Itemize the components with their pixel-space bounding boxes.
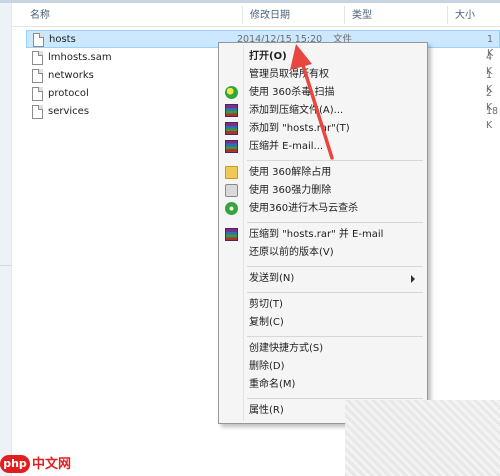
file-icon [32, 87, 43, 101]
menu-separator [247, 160, 423, 161]
file-name: services [48, 106, 90, 117]
column-header-type[interactable]: 类型 [352, 9, 372, 23]
menu-item-label: 使用 360解除占用 [249, 167, 332, 178]
360-trojan-scan-icon [225, 202, 238, 215]
menu-separator [247, 222, 423, 223]
menu-item-add-to-hosts-rar[interactable]: 添加到 "hosts.rar"(T) [221, 120, 425, 138]
menu-item-label: 发送到(N) [249, 273, 295, 284]
winrar-icon [225, 104, 238, 117]
file-size: 18 K [486, 106, 499, 131]
menu-item-label: 压缩到 "hosts.rar" 并 E-mail [249, 229, 384, 240]
file-icon [32, 105, 43, 119]
menu-item-label: 打开(O) [249, 51, 287, 62]
menu-item-restore-previous[interactable]: 还原以前的版本(V) [221, 244, 425, 262]
shredder-icon [225, 184, 238, 197]
file-icon [32, 69, 43, 83]
submenu-arrow-icon [411, 275, 415, 283]
navigation-pane-edge[interactable] [0, 3, 12, 476]
context-menu: 打开(O) 管理员取得所有权 使用 360杀毒 扫描 添加到压缩文件(A)...… [218, 42, 428, 424]
menu-item-label: 添加到 "hosts.rar"(T) [249, 123, 350, 134]
360-antivirus-icon [225, 86, 238, 99]
column-header-bar: 名称 修改日期 类型 大小 [12, 3, 500, 27]
menu-item-cut[interactable]: 剪切(T) [221, 296, 425, 314]
menu-item-360-trojan-scan[interactable]: 使用360进行木马云查杀 [221, 200, 425, 218]
menu-item-label: 使用 360杀毒 扫描 [249, 87, 335, 98]
menu-separator [247, 398, 423, 399]
menu-item-open[interactable]: 打开(O) [221, 48, 425, 66]
column-divider[interactable] [447, 6, 448, 24]
menu-item-label: 创建快捷方式(S) [249, 343, 324, 354]
menu-item-label: 管理员取得所有权 [249, 69, 329, 80]
menu-item-rename[interactable]: 重命名(M) [221, 376, 425, 394]
menu-item-label: 重命名(M) [249, 379, 296, 390]
menu-item-create-shortcut[interactable]: 创建快捷方式(S) [221, 340, 425, 358]
menu-item-label: 删除(D) [249, 361, 285, 372]
column-header-date[interactable]: 修改日期 [250, 9, 290, 23]
menu-item-label: 压缩并 E-mail... [249, 141, 324, 152]
menu-item-label: 剪切(T) [249, 299, 283, 310]
menu-separator [247, 336, 423, 337]
menu-separator [247, 292, 423, 293]
menu-item-label: 复制(C) [249, 317, 284, 328]
menu-item-compress-email[interactable]: 压缩并 E-mail... [221, 138, 425, 156]
file-icon [32, 51, 43, 65]
php-logo: php [0, 455, 30, 473]
menu-item-add-to-archive[interactable]: 添加到压缩文件(A)... [221, 102, 425, 120]
menu-item-360-scan[interactable]: 使用 360杀毒 扫描 [221, 84, 425, 102]
column-header-name[interactable]: 名称 [30, 9, 50, 23]
menu-item-take-ownership[interactable]: 管理员取得所有权 [221, 66, 425, 84]
nav-divider [0, 265, 12, 266]
site-watermark: 中文网 [32, 457, 72, 472]
file-icon [33, 33, 44, 47]
file-name: lmhosts.sam [48, 52, 112, 63]
menu-item-label: 使用 360强力删除 [249, 185, 332, 196]
file-name: networks [48, 70, 94, 81]
menu-item-360-force-delete[interactable]: 使用 360强力删除 [221, 182, 425, 200]
column-divider[interactable] [242, 6, 243, 24]
menu-separator [247, 266, 423, 267]
folder-unlock-icon [225, 166, 238, 179]
column-divider[interactable] [344, 6, 345, 24]
menu-item-label: 属性(R) [249, 405, 284, 416]
menu-item-360-unlock[interactable]: 使用 360解除占用 [221, 164, 425, 182]
winrar-icon [225, 228, 238, 241]
menu-item-label: 还原以前的版本(V) [249, 247, 334, 258]
column-header-size[interactable]: 大小 [455, 9, 475, 23]
file-name: hosts [49, 34, 76, 45]
menu-item-compress-hosts-email[interactable]: 压缩到 "hosts.rar" 并 E-mail [221, 226, 425, 244]
menu-item-delete[interactable]: 删除(D) [221, 358, 425, 376]
winrar-icon [225, 122, 238, 135]
winrar-icon [225, 140, 238, 153]
menu-item-send-to[interactable]: 发送到(N) [221, 270, 425, 288]
menu-item-label: 添加到压缩文件(A)... [249, 105, 344, 116]
menu-item-label: 使用360进行木马云查杀 [249, 203, 359, 214]
file-name: protocol [48, 88, 89, 99]
menu-item-copy[interactable]: 复制(C) [221, 314, 425, 332]
blurred-watermark-region [345, 400, 500, 476]
